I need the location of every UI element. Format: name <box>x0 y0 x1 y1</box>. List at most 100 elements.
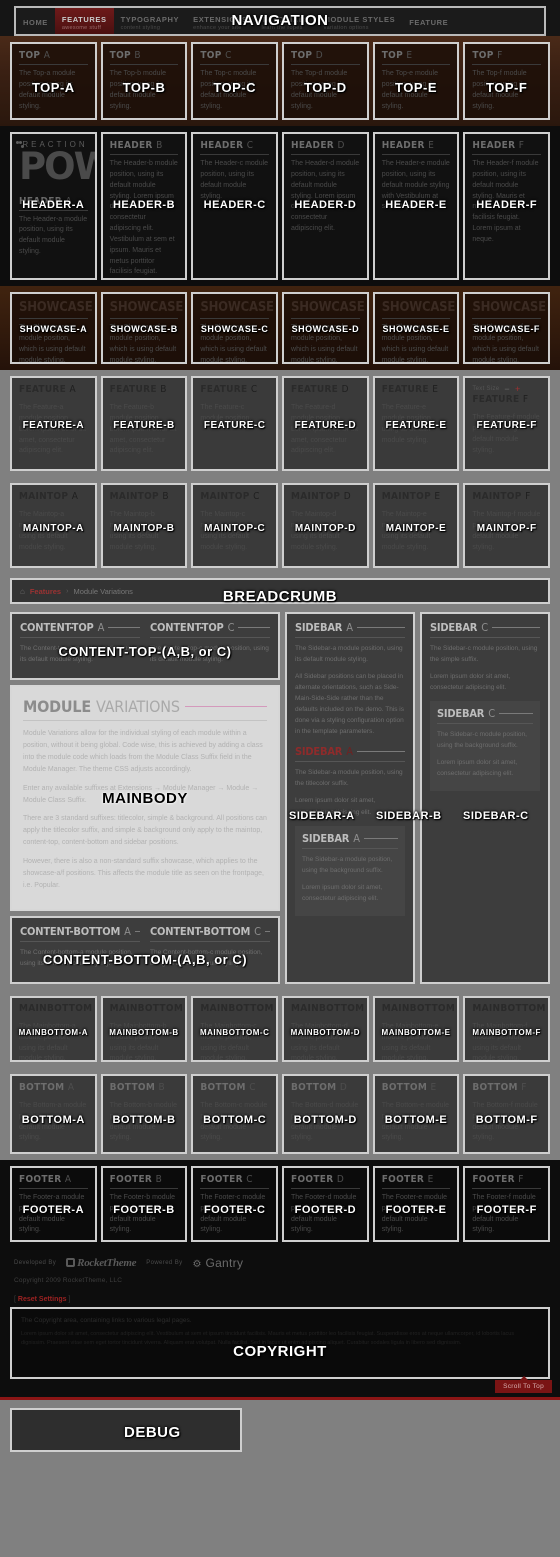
module-title-text: TOP <box>200 50 222 61</box>
text-size-decrease-button[interactable]: − <box>504 384 510 394</box>
maintop-module-title: MAINTOP F <box>472 491 541 502</box>
rockettheme-logo[interactable]: RocketTheme <box>66 1257 136 1269</box>
nav-item-label: TUTORIALS <box>261 14 310 24</box>
module-title-text: FOOTER <box>291 1173 334 1185</box>
module-title-letter: B <box>134 50 141 61</box>
sidebar-c-paragraph: The Sidebar-c module position, using the… <box>437 731 527 750</box>
nav-item-label: TYPOGRAPHY <box>120 14 180 24</box>
feature-section: FEATURE A The Feature-a module position. … <box>0 370 560 477</box>
nav-item-desc: learn the ropes <box>261 24 303 31</box>
header-row: REACTIONPOWER HEADER A The Header-a module… <box>0 126 560 286</box>
sidebar-a-paragraph: The Sidebar-a module position, using the… <box>302 855 393 874</box>
text-size-increase-button[interactable]: + <box>515 384 521 394</box>
module-title-rule <box>200 1095 270 1097</box>
nav-item-tutorials[interactable]: TUTORIALS learn the ropes <box>254 8 316 34</box>
sidebar-c-module-background: SIDEBAR C The Sidebar-c module position, u… <box>430 701 540 792</box>
home-icon[interactable]: ⌂ <box>20 587 25 596</box>
reset-settings-link[interactable]: Reset Settings <box>18 1296 67 1303</box>
nav-item-feature[interactable]: FEATURE <box>402 8 455 34</box>
sidebar-a-column: SIDEBAR A The Sidebar-a module position, u… <box>285 612 415 984</box>
module-title-letter: A <box>346 745 353 759</box>
top-a-module: TOP A The Top-a module position, using it… <box>10 42 97 120</box>
feature-module-title: FEATURE C <box>200 384 269 395</box>
content-bottom-c-title: CONTENT-BOTTOM C <box>150 925 270 938</box>
module-title-rule <box>291 318 360 319</box>
module-title-text: TOP <box>291 50 313 61</box>
footer-f-module: FOOTER F The Footer-f module position, us… <box>463 1165 551 1242</box>
feature-c-module: FEATURE C The Feature-c module position. F… <box>191 376 279 471</box>
copyright-line: Copyright 2009 RocketTheme, LLC <box>14 1276 123 1284</box>
nav-item-label: FEATURE <box>409 17 449 27</box>
footer-module-body: The Footer-e module position, using its … <box>381 1193 448 1234</box>
mainbottom-d-module: MAINBOTTOM D The Mainbottom-d module posi… <box>282 995 369 1062</box>
module-title-text: TOP <box>472 50 494 61</box>
nav-item-typography[interactable]: TYPOGRAPHY content styling <box>114 8 187 34</box>
breadcrumb-link-features[interactable]: Features <box>30 587 61 596</box>
module-title-text: MAINTOP <box>472 491 522 502</box>
content-top-c-title: CONTENT-TOP C <box>150 621 270 634</box>
mainbottom-module-body: The Mainbottom-c module position, using … <box>200 1022 257 1062</box>
debug-section: DEBUG <box>0 1399 560 1462</box>
module-title-rule <box>109 1187 179 1189</box>
module-positions-page: HOME FEATURES awesome stuff TYPOGRAPHY conte… <box>0 0 560 1557</box>
feature-row: FEATURE A The Feature-a module position. … <box>0 370 560 477</box>
header-e-module: HEADER E The Header-e module position, us… <box>372 132 460 280</box>
module-title-text: FEATURE <box>109 384 157 395</box>
module-title-text: HEADER <box>200 140 244 151</box>
feature-module-body: The Feature-b module position. Lorem ips… <box>109 404 177 455</box>
module-title-letter: E <box>432 384 439 395</box>
breadcrumb: ⌂ Features › Module Variations <box>10 578 550 604</box>
bottom-module-body: The Bottom-f module position, using its … <box>472 1101 538 1142</box>
gantry-logo[interactable]: ⚙ Gantry <box>193 1256 244 1270</box>
module-title-text: MAINBOTTOM <box>291 1002 365 1014</box>
module-title-rule <box>291 505 360 506</box>
nav-item-module-styles[interactable]: MODULE STYLES variation options <box>317 8 403 34</box>
maintop-f-module: MAINTOP F The Maintop-f module position, … <box>463 483 551 568</box>
module-title-text: SIDEBAR <box>302 831 350 845</box>
maintop-module-body: The Maintop-a module position, using its… <box>19 511 70 551</box>
module-title-letter: C <box>250 384 258 395</box>
feature-b-module: FEATURE B The Feature-b module position. … <box>100 376 188 471</box>
main-navigation-bar[interactable]: HOME FEATURES awesome stuff TYPOGRAPHY conte… <box>14 6 546 36</box>
module-title-letter: A <box>71 491 79 502</box>
module-title-rule <box>472 505 542 506</box>
mainbody-paragraph: Module Variations allow for the individu… <box>23 730 263 773</box>
bottom-row: BOTTOM A The Bottom-a module position, us… <box>0 1068 560 1160</box>
module-title-letter: E <box>406 50 413 61</box>
module-title-text: BOTTOM <box>381 1081 428 1093</box>
module-title-letter: B <box>187 1003 188 1014</box>
nav-item-home[interactable]: HOME <box>16 8 55 34</box>
nav-item-desc: awesome stuff <box>61 24 102 31</box>
feature-module-title: FEATURE E <box>382 384 451 395</box>
module-title-text: SHOWCASE <box>472 300 546 315</box>
top-module-title: TOP D <box>291 50 360 61</box>
maintop-section: MAINTOP A The Maintop-a module position, … <box>0 477 560 574</box>
module-title-underline <box>430 637 540 638</box>
module-title-text: HEADER <box>472 140 516 151</box>
content-top-a-body: The Content-top-a module position, using… <box>20 645 140 664</box>
header-module-title: HEADER C <box>200 140 269 151</box>
module-title-text: SIDEBAR <box>437 707 485 721</box>
site-logo[interactable]: REACTIONPOWER <box>16 140 95 185</box>
scroll-to-top-button[interactable]: Scroll To Top <box>495 1379 552 1393</box>
footer-row: FOOTER A The Footer-a module position, us… <box>0 1160 560 1248</box>
nav-item-features[interactable]: FEATURES awesome stuff <box>54 8 114 34</box>
module-title-letter: A <box>64 1173 72 1185</box>
nav-item-extensions[interactable]: EXTENSIONS enhance your site <box>186 8 254 34</box>
sidebar-c-column: SIDEBAR C The Sidebar-c module position, u… <box>420 612 550 984</box>
sidebar-a-module-titlecolor: SIDEBAR A The Sidebar-a module position, u… <box>295 745 405 817</box>
maintop-module-body: The Maintop-b module position, using its… <box>109 511 161 551</box>
footer-a-module: FOOTER A The Footer-a module position, us… <box>10 1165 97 1242</box>
module-title-rule <box>19 1095 88 1097</box>
module-title-letter: A <box>346 621 353 634</box>
bottom-d-module: BOTTOM D The Bottom-d module position, us… <box>282 1073 369 1154</box>
feature-module-title: FEATURE B <box>110 384 179 395</box>
module-title-rule <box>19 209 88 211</box>
module-title-rule <box>356 627 405 628</box>
sidebar-a-module-title: SIDEBAR A <box>302 832 398 845</box>
maintop-row: MAINTOP A The Maintop-a module position, … <box>0 477 560 574</box>
mainbottom-b-module: MAINBOTTOM B The Mainbottom-b module posi… <box>100 995 188 1062</box>
text-size-widget[interactable]: Text Size − + <box>472 384 541 394</box>
header-b-module: HEADER B The Header-b module position, us… <box>100 132 188 280</box>
footer-section: FOOTER A The Footer-a module position, us… <box>0 1159 560 1400</box>
